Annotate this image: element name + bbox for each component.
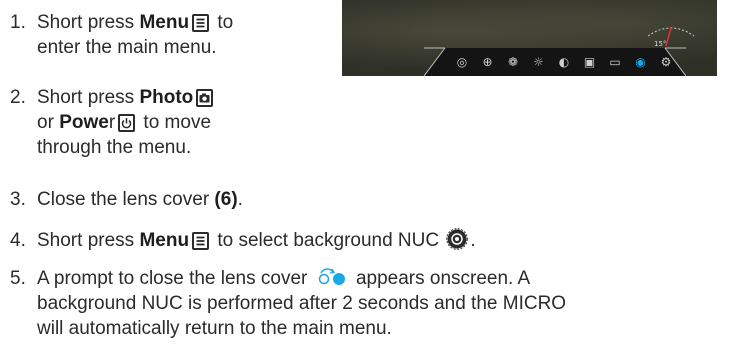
lens-cover-icon (318, 268, 345, 285)
lens-cover-ref: (6) (214, 189, 238, 210)
step-text: Short press (37, 12, 140, 33)
step-text: Short press (37, 230, 140, 251)
step-text: . (470, 230, 476, 251)
step-text: A prompt to close the lens cover (37, 268, 308, 289)
step-1-line-2: enter the main menu. (37, 37, 217, 58)
brightness-icon[interactable]: ☼ (531, 54, 547, 70)
background-nuc-icon (446, 228, 469, 250)
step-number: 3. (10, 189, 26, 210)
step-2-line-3: through the menu. (37, 137, 192, 158)
reticle-icon[interactable]: ◎ (454, 54, 470, 70)
power-key-label: Powe (59, 112, 109, 133)
step-2: 2. Short press Photo or Power to move thr… (10, 85, 216, 160)
settings-icon[interactable]: ⚙ (658, 54, 674, 70)
menu-key-label: Menu (139, 12, 190, 33)
step-text: r (108, 112, 116, 133)
step-5: 5. A prompt to close the lens cover appea… (10, 266, 566, 341)
step-5-line-3: will automatically return to the main me… (37, 318, 392, 339)
step-number: 5. (10, 268, 26, 289)
step-1: 1. Short press Menu to enter the main men… (10, 10, 233, 60)
step-text: to select background NUC (212, 230, 445, 251)
step-2-line-2: or Power to move (10, 110, 216, 135)
menu-key-label: Menu (139, 230, 190, 251)
palette-icon[interactable]: ❁ (505, 54, 521, 70)
step-text: Short press (37, 87, 140, 108)
step-number: 4. (10, 230, 26, 251)
step-text: to (212, 12, 234, 33)
device-screen-image: 15° ◎ ⊕ ❁ ☼ ◐ ▣ ▭ ◉ ⚙ (342, 0, 717, 76)
folder-icon[interactable]: ▭ (607, 54, 623, 70)
step-5-line-2: background NUC is performed after 2 seco… (37, 293, 567, 314)
step-5-line-1: 5. A prompt to close the lens cover appea… (10, 266, 566, 291)
step-text: . (237, 189, 243, 210)
photo-key-label: Photo (139, 87, 194, 108)
image-mode-icon[interactable]: ▣ (582, 54, 598, 70)
step-4: 4. Short press Menu to select background … (10, 228, 476, 253)
step-text: to move (138, 112, 212, 133)
step-2-line-1: 2. Short press Photo (10, 85, 216, 110)
zoom-icon[interactable]: ⊕ (480, 54, 496, 70)
step-3: 3. Close the lens cover (6). (10, 187, 243, 212)
step-number: 1. (10, 12, 26, 33)
menu-key-icon (192, 14, 210, 32)
menu-key-icon (192, 232, 210, 250)
step-text: Close the lens cover (37, 189, 215, 210)
step-text: appears onscreen. A (355, 268, 531, 289)
step-number: 2. (10, 87, 26, 108)
contrast-icon[interactable]: ◐ (556, 54, 572, 70)
camera-key-icon (196, 89, 214, 107)
power-key-icon (118, 114, 136, 132)
step-1-line-1: 1. Short press Menu to (10, 10, 233, 35)
menu-icons: ◎ ⊕ ❁ ☼ ◐ ▣ ▭ ◉ ⚙ (454, 53, 674, 71)
step-text: or (37, 112, 60, 133)
nuc-icon[interactable]: ◉ (633, 54, 649, 70)
